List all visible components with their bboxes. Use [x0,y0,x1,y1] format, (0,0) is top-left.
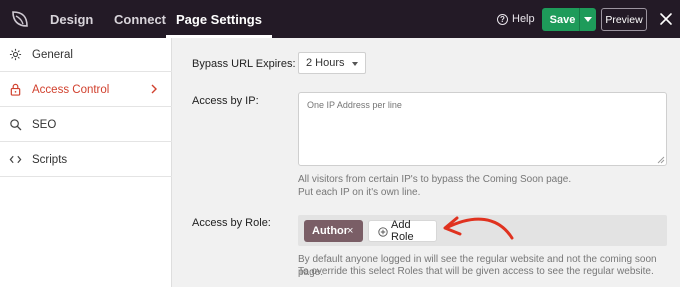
sidebar-item-label: SEO [32,118,57,131]
caret-down-icon [352,62,358,66]
tab-design[interactable]: Design [50,0,93,38]
resize-handle-icon[interactable] [657,156,665,164]
sidebar-item-access-control[interactable]: Access Control [0,73,172,107]
tab-connect[interactable]: Connect [114,0,166,38]
sidebar-item-label: Access Control [32,83,110,96]
save-options-button[interactable] [580,8,596,31]
preview-button[interactable]: Preview [601,8,647,31]
sidebar-item-scripts[interactable]: Scripts [0,143,172,177]
sidebar: General Access Control SEO Scripts [0,38,172,287]
ip-help-text-1: All visitors from certain IP's to bypass… [298,174,572,185]
tab-page-settings[interactable]: Page Settings [166,0,272,38]
help-link[interactable]: ? Help [497,0,535,38]
close-icon[interactable] [657,10,675,28]
question-circle-icon: ? [497,13,508,25]
role-help-text-2: To override this select Roles that will … [298,266,654,277]
annotation-arrow-icon [443,216,514,240]
caret-down-icon [584,17,592,22]
gear-icon [9,48,22,61]
code-icon [9,155,22,164]
access-by-role-label: Access by Role: [192,217,271,229]
lock-icon [10,83,21,96]
ip-address-textarea[interactable] [298,92,667,166]
bypass-url-expires-select[interactable]: 2 Hours [298,52,366,74]
seedprod-leaf-icon[interactable] [9,8,31,30]
sidebar-item-general[interactable]: General [0,38,172,72]
chevron-right-icon [151,84,157,94]
plus-circle-icon [378,227,388,237]
add-role-label: Add Role [391,219,414,243]
remove-role-button[interactable]: × [347,220,353,242]
search-icon [10,119,22,131]
top-bar: Design Connect Page Settings ? Help Save… [0,0,680,38]
save-button[interactable]: Save [542,8,580,31]
help-label: Help [512,13,535,25]
role-chip-label: Author [312,225,349,237]
save-button-group: Save [542,8,596,31]
role-chip-author: Author × [304,220,363,242]
sidebar-item-label: Scripts [32,153,68,166]
sidebar-item-label: General [32,48,73,61]
access-by-ip-label: Access by IP: [192,95,259,107]
bypass-url-value: 2 Hours [306,57,345,69]
add-role-button[interactable]: Add Role [368,219,437,243]
bypass-url-label: Bypass URL Expires: [192,58,296,70]
sidebar-item-seo[interactable]: SEO [0,108,172,142]
ip-help-text-2: Put each IP on it's own line. [298,187,421,198]
